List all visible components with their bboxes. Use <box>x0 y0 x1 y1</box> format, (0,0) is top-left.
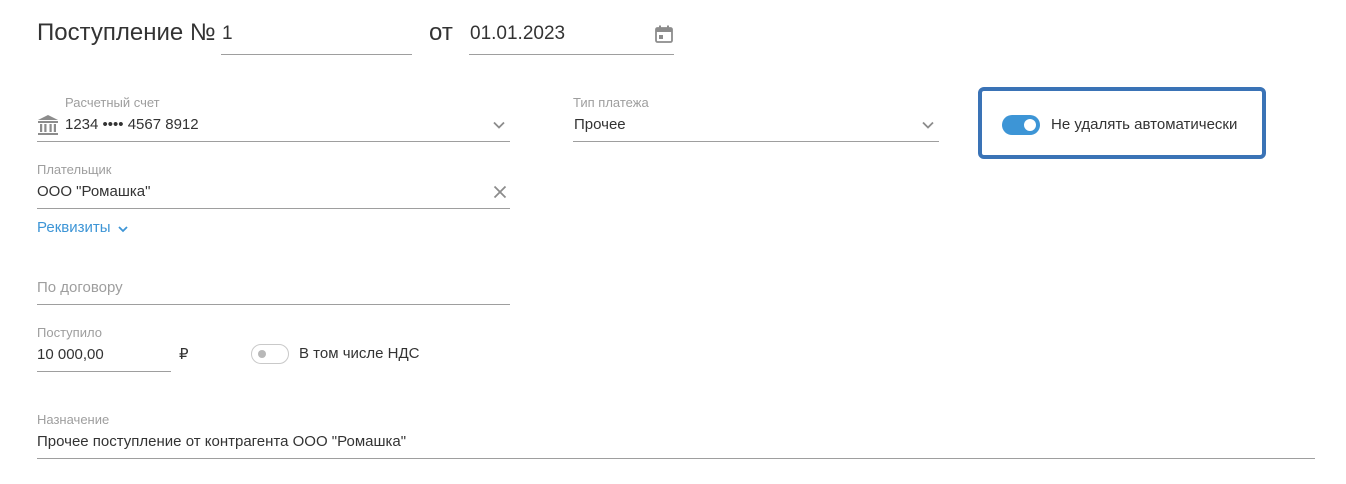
keep-auto-toggle-box: Не удалять автоматически <box>978 87 1266 159</box>
bank-icon <box>37 114 59 136</box>
chevron-down-icon[interactable] <box>492 118 506 132</box>
receipt-form: Поступление № 1 от 01.01.2023 Расчетный … <box>0 0 1346 484</box>
toggle-knob <box>258 350 266 358</box>
requisites-link-label: Реквизиты <box>37 219 111 236</box>
toggle-knob <box>1024 119 1036 131</box>
account-label: Расчетный счет <box>65 95 160 110</box>
date-separator: от <box>429 19 453 46</box>
purpose-label: Назначение <box>37 412 110 427</box>
calendar-icon[interactable] <box>654 24 674 44</box>
amount-input[interactable]: 10 000,00 <box>37 344 171 372</box>
account-value: 1234 •••• 4567 8912 <box>65 116 199 133</box>
payment-type-value: Прочее <box>574 116 626 133</box>
payer-label: Плательщик <box>37 162 112 177</box>
document-number-value: 1 <box>222 23 233 44</box>
contract-select[interactable]: По договору <box>37 277 510 305</box>
payment-type-label: Тип платежа <box>573 95 649 110</box>
close-icon[interactable] <box>492 184 508 200</box>
keep-auto-toggle[interactable] <box>1002 115 1040 135</box>
chevron-down-icon[interactable] <box>921 118 935 132</box>
document-date-value: 01.01.2023 <box>470 23 566 44</box>
payer-value: ООО "Ромашка" <box>37 183 151 200</box>
vat-toggle-label: В том числе НДС <box>299 345 420 362</box>
currency-symbol: ₽ <box>179 346 189 363</box>
payer-input[interactable]: ООО "Ромашка" <box>37 181 510 209</box>
page-title: Поступление № <box>37 19 216 46</box>
keep-auto-label: Не удалять автоматически <box>1051 116 1238 133</box>
document-date-field[interactable]: 01.01.2023 <box>469 18 674 55</box>
contract-placeholder: По договору <box>37 279 123 296</box>
chevron-down-icon <box>117 221 129 233</box>
vat-toggle[interactable] <box>251 344 289 364</box>
account-select[interactable]: 1234 •••• 4567 8912 <box>37 114 510 142</box>
purpose-value: Прочее поступление от контрагента ООО "Р… <box>37 433 407 450</box>
amount-label: Поступило <box>37 325 102 340</box>
requisites-link[interactable]: Реквизиты <box>37 218 129 238</box>
document-number-field[interactable]: 1 <box>221 18 412 55</box>
purpose-input[interactable]: Прочее поступление от контрагента ООО "Р… <box>37 431 1315 459</box>
payment-type-select[interactable]: Прочее <box>573 114 939 142</box>
amount-value: 10 000,00 <box>37 346 104 363</box>
